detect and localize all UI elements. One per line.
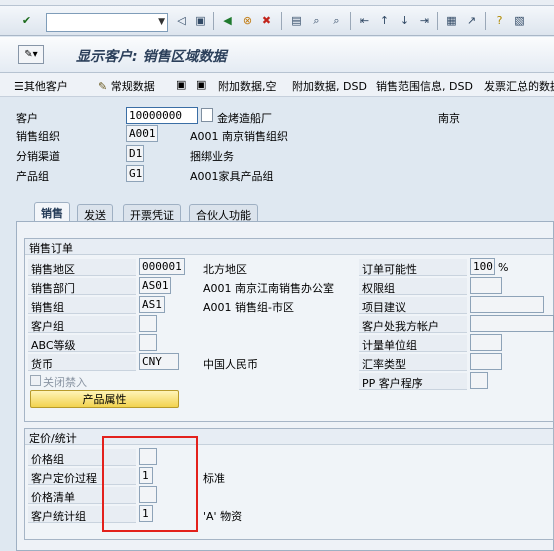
authorization-group-field[interactable] [470,277,502,294]
toolbar-divider [213,12,214,30]
currency-desc: 中国人民币 [203,358,258,371]
new-session-icon[interactable]: ▦ [443,12,460,29]
pencil-icon: ✎ [98,80,108,93]
customer-group-field[interactable] [139,315,157,332]
pp-customer-procedure-field[interactable] [470,372,488,389]
unit-group-label: 计量单位组 [359,335,467,352]
additional-data-button[interactable]: 附加数据,空 [218,78,277,94]
list-icon: ☰ [14,80,24,93]
sales-group-desc: A001 销售组-市区 [203,301,294,314]
cancel-icon[interactable]: ✖ [258,12,275,29]
sales-group-field[interactable]: AS1 [139,296,165,313]
next-page-icon[interactable]: ↓ [396,12,413,29]
district-field[interactable]: 000001 [139,258,185,275]
sales-area-info-dsd-button[interactable]: 销售范围信息, DSD [376,78,473,94]
chevron-down-icon[interactable]: ▼ [158,17,165,27]
title-bar: ✎▾ 显示客户: 销售区域数据 [0,37,554,73]
customer-label: 客户 [16,112,38,125]
general-data-label: 常规数据 [110,80,155,93]
toolbar-divider [281,12,282,30]
other-customer-button[interactable]: ☰其他客户 [14,78,68,94]
channel-desc: 捆绑业务 [190,150,234,163]
shortcut-icon[interactable]: ↗ [463,12,480,29]
system-toolbar: ✔ ▼ ◁ ▣ ◀ ⊗ ✖ ▤ ⌕ ⌕ ⇤ ↑ ↓ ⇥ ▦ ↗ ? ▧ [0,6,554,36]
save-icon[interactable]: ▣ [192,12,209,29]
customer-stats-group-desc: 'A' 物资 [203,510,243,523]
document-icon[interactable]: ▣ [176,78,186,91]
help-icon[interactable]: ? [491,12,508,29]
order-probability-field[interactable]: 100 [470,258,495,275]
customer-field[interactable]: 10000000 [126,107,198,124]
exchange-rate-type-label: 汇率类型 [359,354,467,371]
abc-class-label: ABC等级 [28,335,136,352]
sales-group-label: 销售组 [28,297,136,314]
nav-back-icon[interactable]: ◀ [219,12,236,29]
first-page-icon[interactable]: ⇤ [356,12,373,29]
closed-label: 关闭禁入 [43,376,87,389]
unit-group-field[interactable] [470,334,502,351]
tab-sales[interactable]: 销售 [34,202,70,222]
command-field[interactable]: ▼ [46,13,168,32]
office-field[interactable]: AS01 [139,277,171,294]
print-icon[interactable]: ▤ [288,12,305,29]
additional-data-dsd-button[interactable]: 附加数据, DSD [292,78,367,94]
channel-field[interactable]: D1 [126,145,144,162]
toolbar-divider [350,12,351,30]
general-data-button[interactable]: ✎ 常规数据 [98,78,155,94]
order-probability-unit: % [498,261,509,274]
application-toolbar: ☰其他客户 ✎ 常规数据 ▣ ▣ 附加数据,空 附加数据, DSD 销售范围信息… [0,73,554,97]
currency-field[interactable]: CNY [139,353,179,370]
sales-order-header: 销售订单 [25,239,553,255]
document-icon[interactable]: ▣ [196,78,206,91]
office-desc: A001 南京江南销售办公室 [203,282,335,295]
find-icon[interactable]: ⌕ [308,12,325,29]
toolbar-divider [437,12,438,30]
back-arrow-icon[interactable]: ◁ [173,12,190,29]
exchange-rate-type-field[interactable] [470,353,502,370]
menu-icon[interactable]: ✎▾ [18,45,44,64]
sales-org-label: 销售组织 [16,130,60,143]
product-attributes-button[interactable]: 产品属性 [30,390,179,408]
order-probability-label: 订单可能性 [359,259,467,276]
tab-shipping[interactable]: 发送 [77,204,113,222]
closed-checkbox[interactable] [30,375,41,386]
check-icon[interactable]: ✔ [18,12,35,29]
account-at-customer-field[interactable] [470,315,554,332]
customer-city: 南京 [438,112,460,125]
item-proposal-label: 项目建议 [359,297,467,314]
highlight-box [102,436,198,532]
find-next-icon[interactable]: ⌕ [328,12,345,29]
page-title: 显示客户: 销售区域数据 [76,49,227,65]
last-page-icon[interactable]: ⇥ [416,12,433,29]
copy-icon[interactable] [201,108,213,122]
tab-billing[interactable]: 开票凭证 [123,204,181,222]
customer-name: 金烤造船厂 [217,112,272,125]
district-desc: 北方地区 [203,263,247,276]
item-proposal-field[interactable] [470,296,544,313]
sales-org-field[interactable]: A001 [126,125,158,142]
customer-pricing-procedure-desc: 标准 [203,472,225,485]
exit-icon[interactable]: ⊗ [239,12,256,29]
product-group-label: 产品组 [16,170,49,183]
currency-label: 货币 [28,354,136,371]
office-label: 销售部门 [28,278,136,295]
account-at-customer-label: 客户处我方帐户 [359,316,467,333]
product-group-field[interactable]: G1 [126,165,144,182]
authorization-group-label: 权限组 [359,278,467,295]
abc-class-field[interactable] [139,334,157,351]
toolbar-divider [485,12,486,30]
pp-customer-procedure-label: PP 客户程序 [359,373,467,390]
other-customer-label: 其他客户 [23,80,68,93]
district-label: 销售地区 [28,259,136,276]
customer-group-label: 客户组 [28,316,136,333]
tab-partner-functions[interactable]: 合伙人功能 [189,204,258,222]
layout-icon[interactable]: ▧ [511,12,528,29]
channel-label: 分销渠道 [16,150,60,163]
product-group-desc: A001家具产品组 [190,170,274,183]
prev-page-icon[interactable]: ↑ [376,12,393,29]
invoice-summary-button[interactable]: 发票汇总的数据 [484,78,554,94]
sales-org-desc: A001 南京销售组织 [190,130,289,143]
